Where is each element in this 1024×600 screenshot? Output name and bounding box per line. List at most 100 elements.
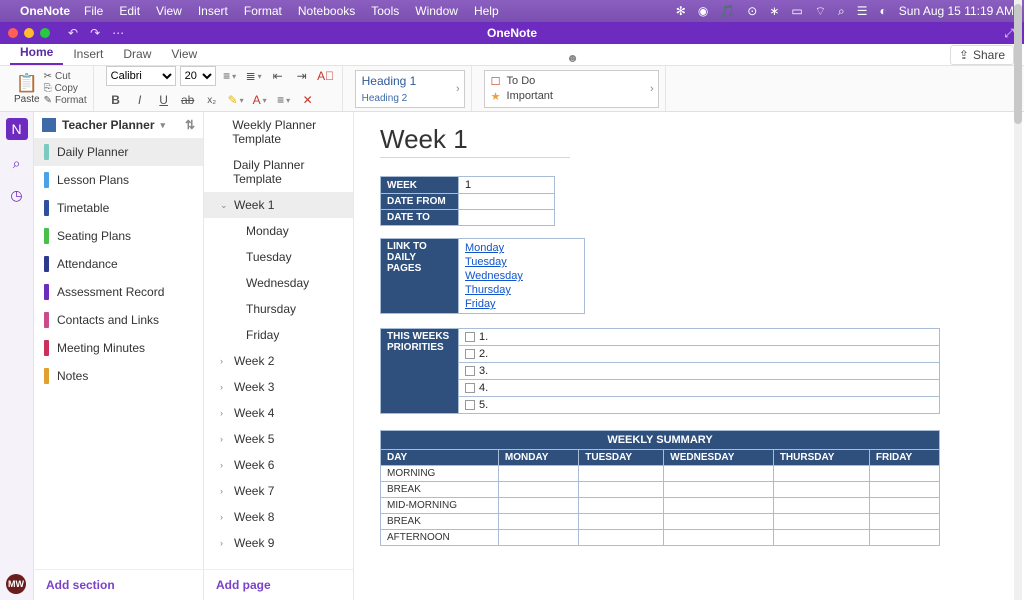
menu-tools[interactable]: Tools [371, 4, 399, 18]
checkbox-icon[interactable] [465, 400, 475, 410]
section-item[interactable]: Timetable [34, 194, 203, 222]
strikethrough-button[interactable]: ab [178, 90, 198, 110]
vertical-scrollbar[interactable] [1014, 0, 1022, 600]
redo-icon[interactable]: ↷ [90, 26, 100, 40]
priority-text[interactable]: 2. [479, 348, 488, 360]
section-item[interactable]: Seating Plans [34, 222, 203, 250]
bullets-button[interactable]: ≡ [220, 66, 240, 86]
summary-cell[interactable] [664, 482, 774, 498]
delete-button[interactable]: ✕ [298, 90, 318, 110]
summary-cell[interactable] [498, 514, 578, 530]
page-item[interactable]: Tuesday [204, 244, 353, 270]
notebooks-icon[interactable]: N [6, 118, 28, 140]
music-icon[interactable]: 🎵 [720, 4, 735, 18]
battery-icon[interactable]: ▭ [791, 4, 802, 18]
subscript-button[interactable]: x₂ [202, 90, 222, 110]
checkbox-icon[interactable] [465, 332, 475, 342]
menu-view[interactable]: View [156, 4, 182, 18]
summary-cell[interactable] [869, 514, 939, 530]
font-size-select[interactable]: 20 [180, 66, 216, 86]
summary-cell[interactable] [579, 530, 664, 546]
day-link[interactable]: Monday [465, 241, 578, 255]
align-button[interactable]: ≡ [274, 90, 294, 110]
font-name-select[interactable]: Calibri [106, 66, 176, 86]
page-item[interactable]: ›Week 7 [204, 478, 353, 504]
summary-cell[interactable] [869, 498, 939, 514]
sort-icon[interactable]: ⇅ [185, 118, 195, 132]
summary-cell[interactable] [869, 482, 939, 498]
tab-view[interactable]: View [161, 43, 207, 65]
gear-icon[interactable]: ✻ [676, 4, 686, 18]
priority-text[interactable]: 1. [479, 331, 488, 343]
share-button[interactable]: ⇪Share [950, 45, 1014, 65]
summary-cell[interactable] [664, 466, 774, 482]
info-value[interactable] [459, 210, 555, 226]
summary-cell[interactable] [579, 466, 664, 482]
page-item[interactable]: ⌄Week 1 [204, 192, 353, 218]
page-item[interactable]: Weekly Planner Template [204, 112, 353, 152]
day-link[interactable]: Thursday [465, 283, 578, 297]
menu-window[interactable]: Window [415, 4, 458, 18]
styles-gallery[interactable]: Heading 1 Heading 2 › [355, 70, 465, 108]
menu-notebooks[interactable]: Notebooks [298, 4, 355, 18]
control-center-icon[interactable]: ☰ [857, 4, 868, 18]
page-item[interactable]: Wednesday [204, 270, 353, 296]
paste-icon[interactable]: 📋 [16, 73, 38, 94]
page-item[interactable]: ›Week 9 [204, 530, 353, 556]
summary-cell[interactable] [498, 466, 578, 482]
summary-cell[interactable] [664, 514, 774, 530]
tab-draw[interactable]: Draw [113, 43, 161, 65]
outdent-button[interactable]: ⇤ [268, 66, 288, 86]
summary-cell[interactable] [773, 466, 869, 482]
qat-more-icon[interactable]: ⋯ [112, 26, 124, 40]
recent-icon[interactable]: ◷ [8, 186, 26, 204]
section-item[interactable]: Attendance [34, 250, 203, 278]
menu-edit[interactable]: Edit [119, 4, 140, 18]
summary-cell[interactable] [498, 498, 578, 514]
day-link[interactable]: Friday [465, 297, 578, 311]
links-table[interactable]: LINK TO DAILY PAGES MondayTuesdayWednesd… [380, 238, 585, 314]
day-link[interactable]: Wednesday [465, 269, 578, 283]
wifi-icon[interactable]: ⌔ [815, 4, 826, 19]
menu-insert[interactable]: Insert [198, 4, 228, 18]
checkbox-icon[interactable] [465, 383, 475, 393]
cut-button[interactable]: ✂Cut [44, 71, 87, 82]
summary-cell[interactable] [773, 482, 869, 498]
notebook-selector[interactable]: Teacher Planner ▾ ⇅ [34, 112, 203, 138]
paste-button[interactable]: Paste [14, 94, 40, 105]
checkbox-icon[interactable] [465, 349, 475, 359]
section-item[interactable]: Lesson Plans [34, 166, 203, 194]
section-item[interactable]: Notes [34, 362, 203, 390]
summary-cell[interactable] [579, 514, 664, 530]
page-item[interactable]: Friday [204, 322, 353, 348]
page-canvas[interactable]: Week 1 WEEK1DATE FROMDATE TO LINK TO DAI… [354, 112, 1024, 600]
section-item[interactable]: Assessment Record [34, 278, 203, 306]
page-item[interactable]: Thursday [204, 296, 353, 322]
summary-cell[interactable] [498, 482, 578, 498]
page-item[interactable]: ›Week 5 [204, 426, 353, 452]
menu-file[interactable]: File [84, 4, 103, 18]
page-item[interactable]: ›Week 4 [204, 400, 353, 426]
summary-cell[interactable] [498, 530, 578, 546]
undo-icon[interactable]: ↶ [68, 26, 78, 40]
summary-cell[interactable] [869, 530, 939, 546]
section-item[interactable]: Contacts and Links [34, 306, 203, 334]
minimize-window[interactable] [24, 28, 34, 38]
bluetooth-icon[interactable]: ∗ [769, 4, 779, 18]
font-color-button[interactable]: A [250, 90, 270, 110]
record-icon[interactable]: ◉ [698, 4, 708, 18]
checkbox-icon[interactable] [465, 366, 475, 376]
summary-cell[interactable] [773, 498, 869, 514]
feedback-icon[interactable]: ☻ [566, 51, 579, 65]
summary-cell[interactable] [773, 514, 869, 530]
highlight-button[interactable]: ✎ [226, 90, 246, 110]
menu-help[interactable]: Help [474, 4, 499, 18]
page-item[interactable]: ›Week 6 [204, 452, 353, 478]
page-item[interactable]: Daily Planner Template [204, 152, 353, 192]
section-item[interactable]: Meeting Minutes [34, 334, 203, 362]
priorities-table[interactable]: THIS WEEKS PRIORITIES 1. 2. 3. 4. 5. [380, 328, 940, 414]
menu-format[interactable]: Format [244, 4, 282, 18]
page-title[interactable]: Week 1 [380, 124, 570, 158]
summary-cell[interactable] [664, 530, 774, 546]
avatar[interactable]: MW [6, 574, 26, 594]
